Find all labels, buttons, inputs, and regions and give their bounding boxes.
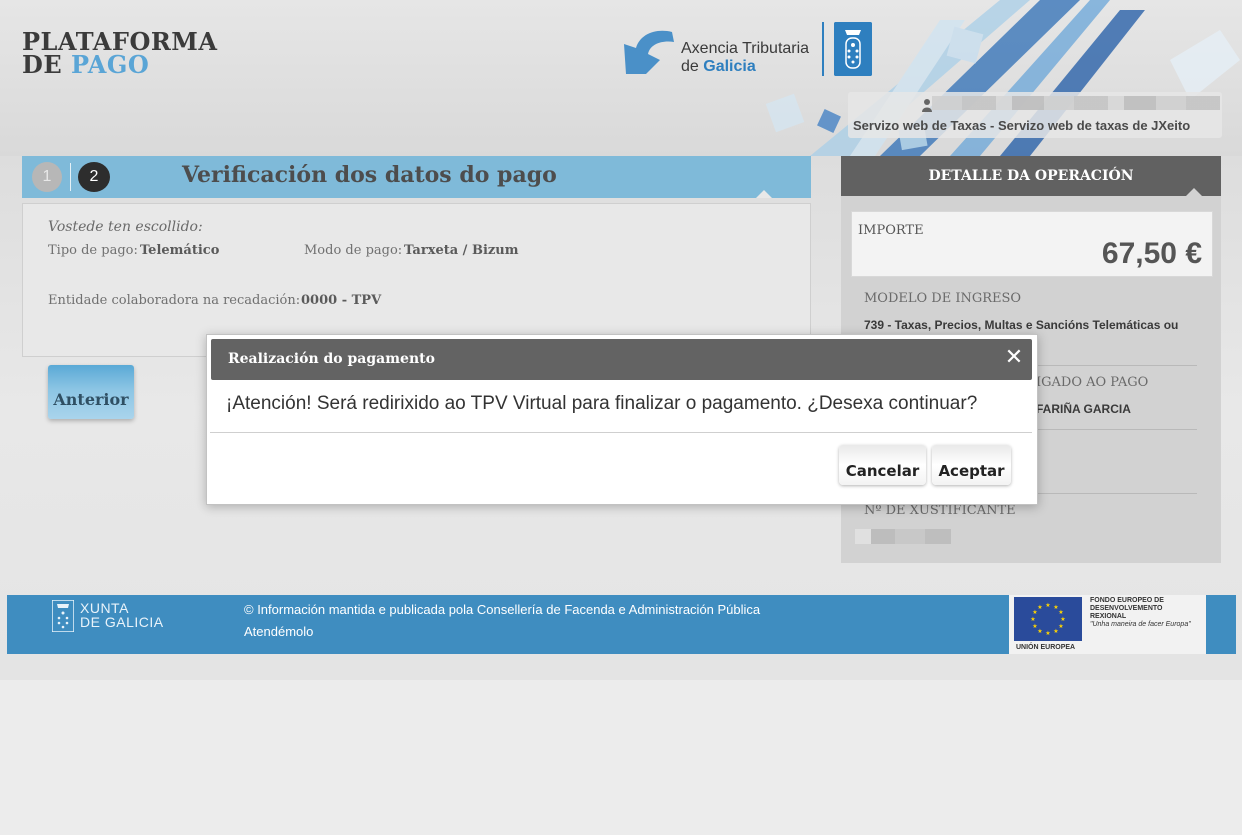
accept-button[interactable]: Aceptar [932, 445, 1011, 485]
user-name-redacted [932, 96, 1220, 110]
atg-line1: Axencia Tributaria [681, 40, 810, 57]
step-1-indicator: 1 [32, 162, 62, 192]
xunta-line1: XUNTA [80, 600, 129, 616]
svg-text:★: ★ [1045, 630, 1050, 637]
previous-button[interactable]: Anterior [48, 365, 134, 419]
payment-mode-value: Tarxeta / Bizum [404, 243, 519, 258]
svg-text:★: ★ [1058, 609, 1063, 616]
eu-label: UNIÓN EUROPEA [1016, 644, 1076, 651]
user-icon [922, 99, 932, 112]
lower-background [0, 680, 1242, 835]
feder-line2: DESENVOLVEMENTO [1090, 605, 1163, 612]
header: PLATAFORMA DE PAGO Axencia Tributaria de… [0, 0, 1242, 156]
atg-de: de [681, 58, 704, 75]
logo-de: DE [22, 50, 71, 79]
payment-mode-label: Modo de pago: [304, 243, 403, 258]
chosen-heading: Vostede ten escollido: [48, 219, 203, 235]
model-value: 739 - Taxas, Precios, Multas e Sancións … [864, 318, 1179, 332]
amount-value: 67,50 € [1101, 237, 1202, 270]
svg-text:★: ★ [1053, 628, 1058, 635]
xunta-line2: DE GALICIA [80, 614, 164, 630]
atg-galicia: Galicia [703, 58, 756, 75]
atg-line2: de Galicia [681, 58, 809, 76]
atendemolo-link[interactable]: Atendémolo [244, 624, 313, 639]
obligee-value: FARIÑA GARCIA [1036, 402, 1131, 416]
payment-type-value: Telemático [140, 243, 220, 258]
xunta-emblem-icon [52, 600, 74, 632]
logo-pago: PAGO [70, 50, 150, 79]
page-title: Verificación dos datos do pago [182, 162, 557, 188]
step-separator [70, 163, 71, 191]
atg-divider [822, 22, 824, 76]
feder-text: FONDO EUROPEO DE DESENVOLVEMENTO REXIONA… [1090, 597, 1204, 629]
svg-text:★: ★ [1037, 604, 1042, 611]
close-icon[interactable]: ✕ [1003, 346, 1025, 370]
eu-flag-icon: ★ ★★★ ★★★★ ★★★★ [1014, 597, 1082, 641]
atg-arrow-icon [624, 30, 674, 74]
feder-line1: FONDO EUROPEO DE [1090, 597, 1164, 604]
step-2-indicator: 2 [78, 162, 110, 192]
galicia-shield-icon [834, 22, 872, 76]
dialog-separator [210, 432, 1032, 433]
operation-detail-heading: DETALLE DA OPERACIÓN [841, 156, 1221, 196]
service-name: Servizo web de Taxas - Servizo web de ta… [853, 118, 1191, 133]
obligee-label: IGADO AO PAGO [1036, 375, 1149, 390]
steps-arrow [756, 190, 772, 198]
svg-text:★: ★ [1058, 623, 1063, 630]
feder-motto: "Unha maneira de facer Europa" [1090, 621, 1191, 628]
svg-text:★: ★ [1030, 616, 1035, 623]
logo-line2: DE PAGO [22, 50, 217, 79]
entity-value: 0000 - TPV [301, 293, 382, 308]
xunta-logo[interactable]: XUNTA DE GALICIA [80, 601, 164, 629]
receipt-value-redacted [855, 529, 951, 544]
footer-info: © Información mantida e publicada pola C… [244, 602, 761, 617]
svg-text:★: ★ [1032, 623, 1037, 630]
plataforma-de-pago-logo[interactable]: PLATAFORMA DE PAGO [22, 30, 217, 79]
detail-arrow [1186, 188, 1202, 196]
receipt-label: Nº DE XUSTIFICANTE [864, 503, 1016, 518]
svg-text:★: ★ [1037, 628, 1042, 635]
feder-line3: REXIONAL [1090, 613, 1127, 620]
model-label: MODELO DE INGRESO [864, 291, 1022, 306]
svg-text:★: ★ [1060, 616, 1065, 623]
dialog-title: Realización do pagamento [228, 351, 435, 367]
entity-label: Entidade colaboradora na recadación: [48, 293, 301, 308]
amount-label: IMPORTE [858, 223, 924, 238]
svg-text:★: ★ [1045, 602, 1050, 609]
payment-type-label: Tipo de pago: [48, 243, 138, 258]
cancel-button[interactable]: Cancelar [839, 445, 926, 485]
dialog-message: ¡Atención! Será redirixido ao TPV Virtua… [226, 393, 978, 414]
atg-logo-text: Axencia Tributaria de Galicia [681, 40, 809, 76]
